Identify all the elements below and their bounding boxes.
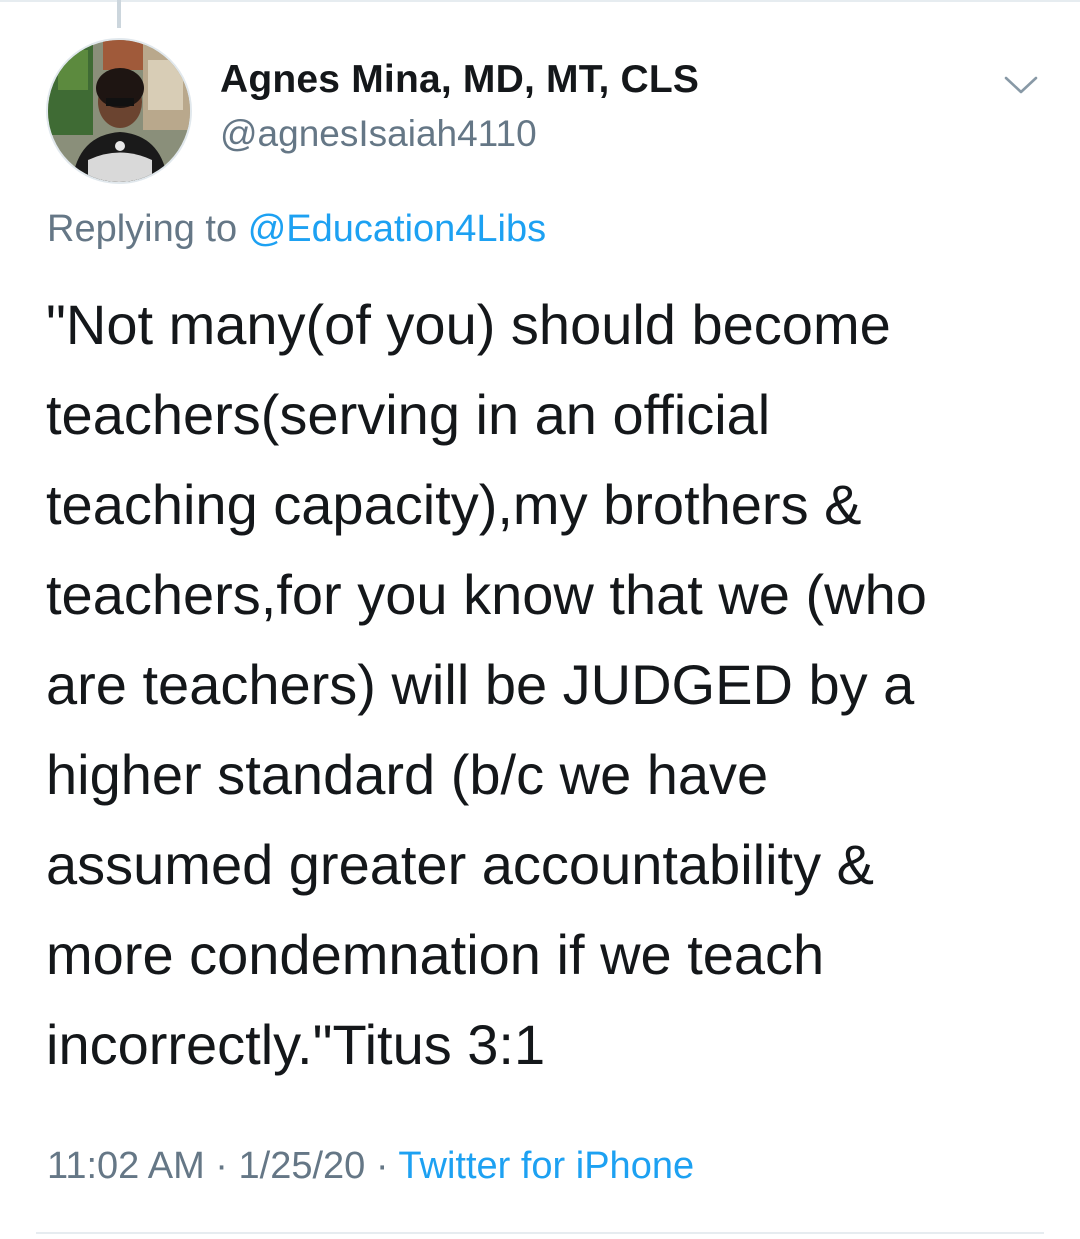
author-handle[interactable]: @agnesIsaiah4110 [220,113,537,155]
tweet-text: "Not many(of you) should become teachers… [46,293,927,1076]
reply-mention-link[interactable]: @Education4Libs [248,208,546,250]
author-display-name[interactable]: Agnes Mina, MD, MT, CLS [220,58,699,102]
reply-context: Replying to @Education4Libs [47,208,546,251]
tweet-source-link[interactable]: Twitter for iPhone [398,1145,694,1187]
meta-separator: · [215,1145,228,1187]
avatar-photo [48,40,190,182]
tweet-date[interactable]: 1/25/20 [239,1145,366,1187]
thread-connector-line [117,0,121,28]
tweet-metadata: 11:02 AM · 1/25/20 · Twitter for iPhone [47,1145,694,1188]
top-divider [0,0,1080,2]
tweet-time[interactable]: 11:02 AM [47,1145,205,1187]
reply-prefix: Replying to [47,208,238,250]
avatar[interactable] [46,38,192,184]
chevron-down-icon[interactable] [1002,70,1040,100]
bottom-divider [36,1232,1044,1234]
meta-separator: · [375,1145,389,1187]
